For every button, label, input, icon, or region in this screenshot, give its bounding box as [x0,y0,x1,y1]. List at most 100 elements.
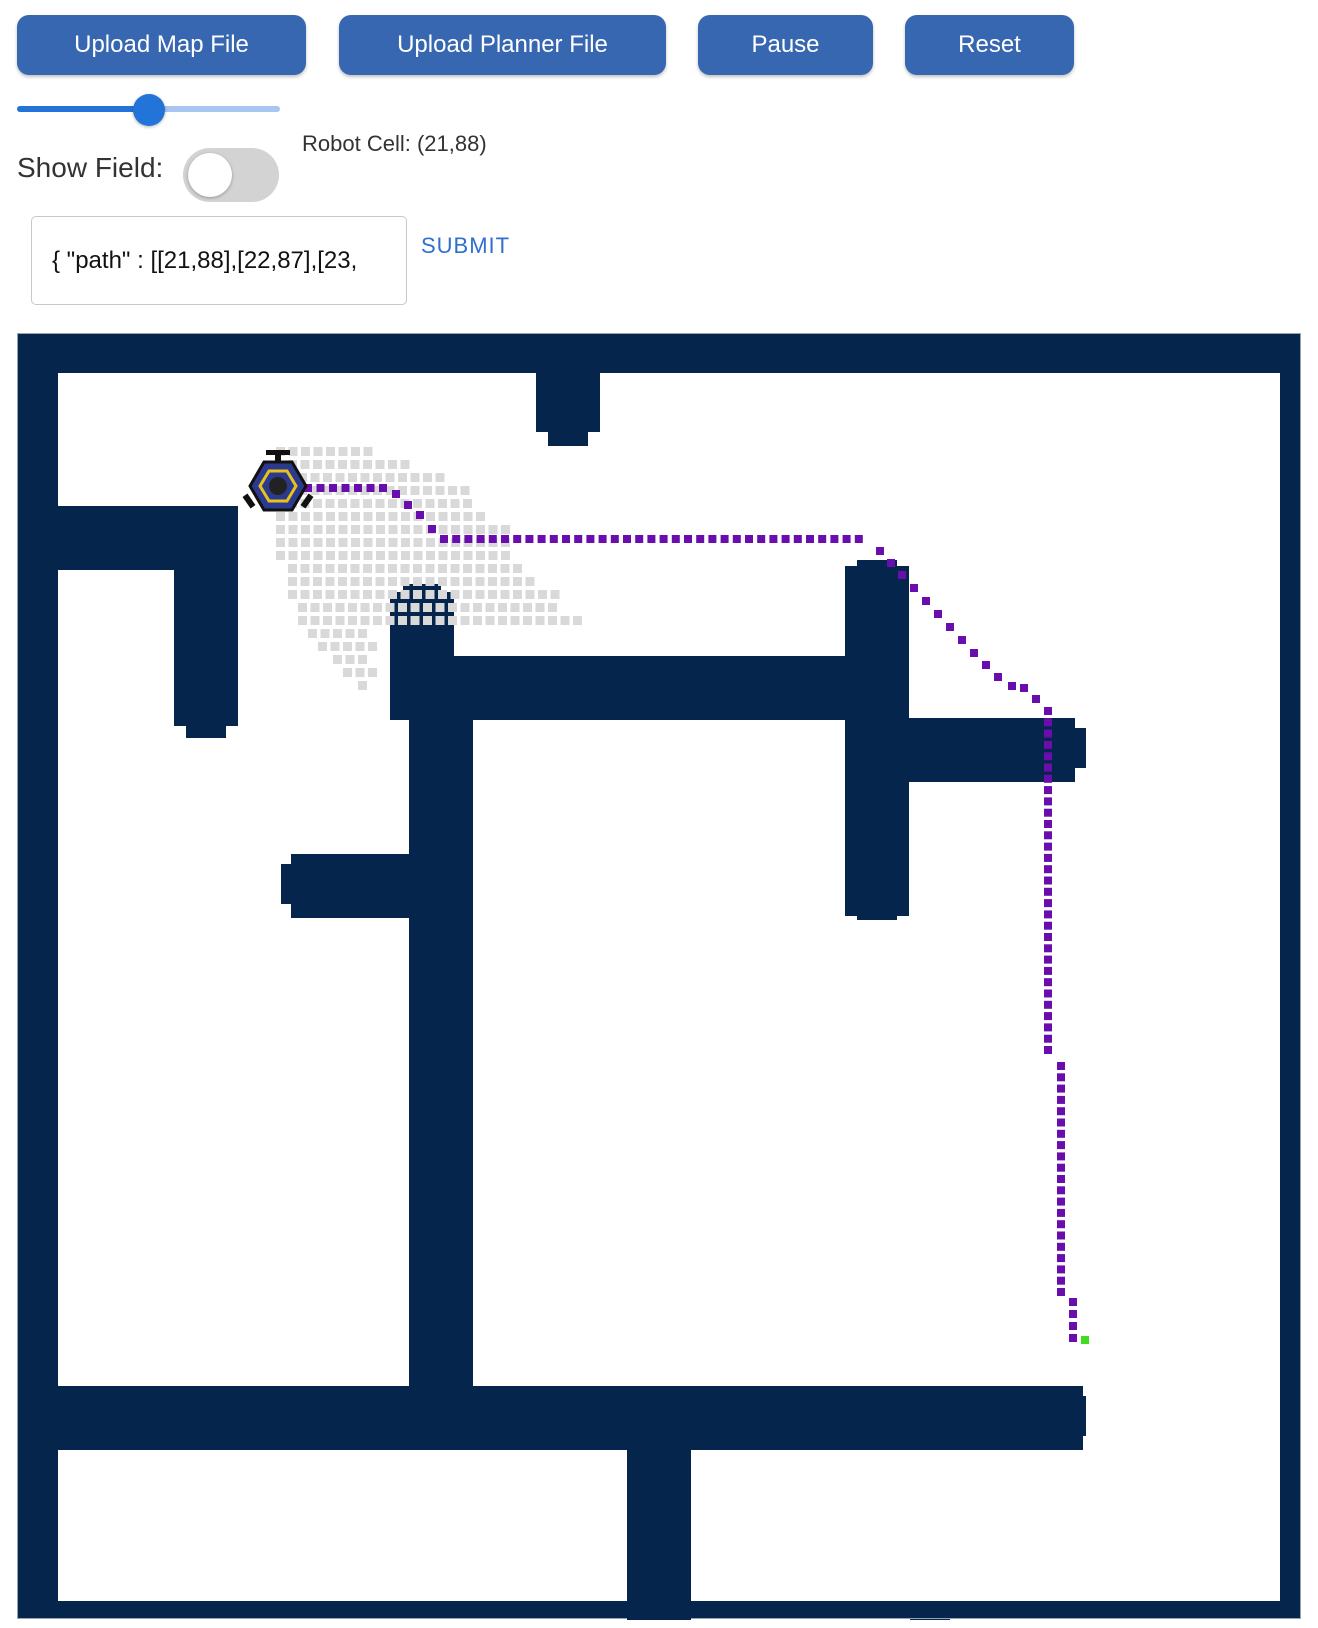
field-cell [318,642,327,651]
wall-segment [281,864,301,904]
path-point [887,559,895,567]
field-cell [498,603,507,612]
field-cell [513,590,522,599]
field-cell [473,603,482,612]
field-cell [475,590,485,599]
field-cell [348,473,357,482]
wall-segment [291,854,409,918]
field-cell [501,525,510,534]
slider-thumb[interactable] [132,94,165,126]
field-cell [343,642,352,651]
field-cell [488,590,497,599]
wall-segment [536,360,600,432]
field-cell [435,603,445,612]
field-cell [426,551,435,560]
field-cell [301,551,310,560]
path-point [1069,1298,1077,1306]
field-cell [388,460,397,469]
path-point [1044,966,1052,975]
field-cell [323,473,332,482]
path-point [1044,899,1052,908]
pause-button[interactable]: Pause [698,15,873,75]
field-cell [363,460,372,469]
field-cell [513,564,522,573]
field-cell [400,590,410,599]
field-cell [460,486,470,495]
path-point [1057,1231,1065,1240]
field-cell [388,512,398,521]
field-cell [330,642,340,651]
path-point [1044,831,1052,840]
submit-button[interactable]: SUBMIT [421,233,510,259]
field-cell [376,525,385,534]
path-point [1044,707,1052,715]
path-point [1020,684,1028,692]
field-cell [463,564,472,573]
field-cell [363,590,372,599]
path-point [1057,1129,1065,1138]
field-cell [375,590,385,599]
field-cell [338,499,347,508]
field-cell [313,551,323,560]
show-field-toggle[interactable] [183,148,279,202]
path-point [623,535,631,543]
field-cell [473,616,482,625]
path-input[interactable] [31,216,407,305]
field-cell [345,629,355,638]
path-point [1044,921,1052,930]
field-cell [338,551,348,560]
path-point [910,584,918,592]
field-cell [313,577,322,586]
field-cell [375,577,385,586]
field-cell [435,473,445,482]
path-point [1044,820,1052,828]
field-cell [326,525,335,534]
path-point [994,673,1002,681]
field-cell [425,577,435,586]
field-cell [310,616,320,625]
path-point [818,535,827,543]
field-cell [313,525,323,534]
field-cell [348,616,357,625]
path-point [404,501,412,509]
field-cell [300,564,310,573]
field-cell [373,616,382,625]
path-point [1032,695,1040,703]
upload-map-button[interactable]: Upload Map File [17,15,306,75]
field-cell [463,512,473,521]
field-cell [401,538,410,547]
field-cell [425,564,435,573]
field-cell [360,616,370,625]
field-cell [310,473,320,482]
field-cell [350,460,360,469]
path-point [898,571,906,579]
field-cell [288,538,298,547]
upload-planner-button[interactable]: Upload Planner File [339,15,666,75]
field-cell [513,577,522,586]
field-cell [451,525,460,534]
reset-button[interactable]: Reset [905,15,1074,75]
path-point [1044,763,1052,772]
path-point [440,535,448,543]
path-point [1044,853,1052,862]
field-cell [560,616,570,625]
path-point [1069,1334,1077,1342]
field-cell [413,538,423,547]
field-cell [301,447,310,456]
field-cell [550,590,560,599]
field-cell [376,512,385,521]
path-point [316,484,325,492]
field-cell [525,577,535,586]
field-cell [450,590,460,599]
field-cell [488,577,497,586]
field-cell [363,499,372,508]
path-point [525,535,534,543]
field-cell [300,590,310,599]
field-cell [448,603,457,612]
path-point [329,484,337,492]
speed-slider[interactable] [17,94,280,126]
path-point [1044,718,1052,727]
field-cell [288,551,298,560]
path-point [1057,1265,1065,1274]
field-cell [460,603,470,612]
